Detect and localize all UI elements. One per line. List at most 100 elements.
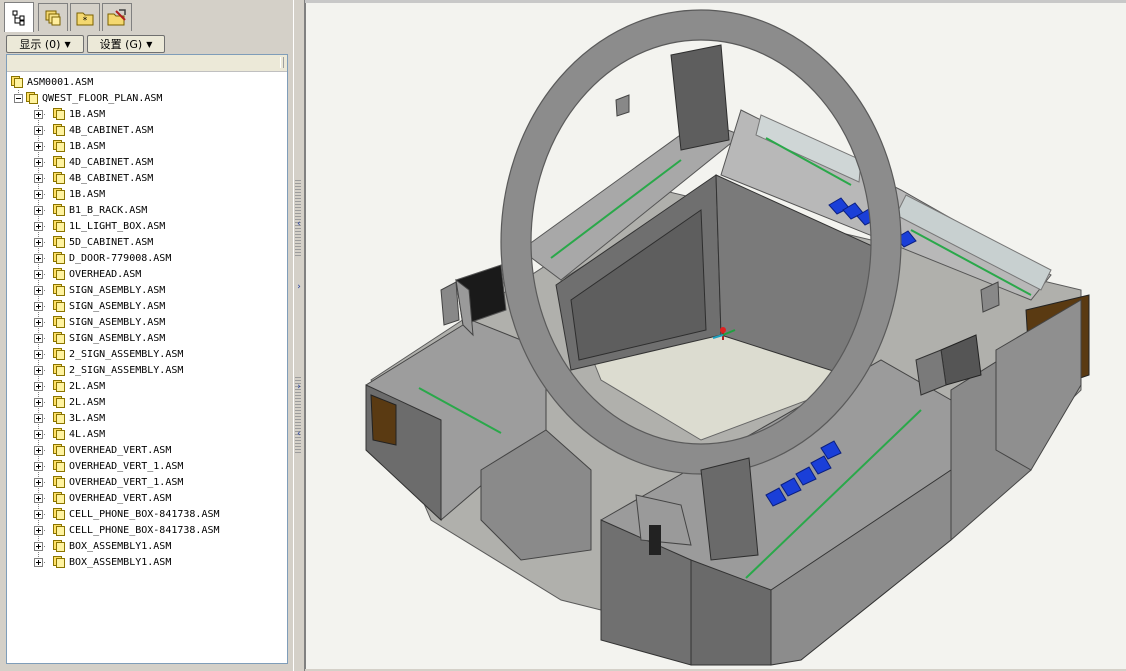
assembly-icon xyxy=(53,220,65,232)
tree-item-row[interactable]: BOX_ASSEMBLY1.ASM xyxy=(34,554,171,570)
chevron-down-icon: ▼ xyxy=(146,39,153,49)
splitter-grip[interactable] xyxy=(295,178,301,258)
tree-item-row[interactable]: 2L.ASM xyxy=(34,378,105,394)
expand-icon[interactable] xyxy=(34,109,43,119)
chevron-right-icon[interactable]: › xyxy=(294,383,304,392)
tree-item-row[interactable]: SIGN_ASEMBLY.ASM xyxy=(34,330,165,346)
expand-icon[interactable] xyxy=(34,285,43,295)
expand-icon[interactable] xyxy=(34,397,43,407)
tree-item-row[interactable]: OVERHEAD_VERT.ASM xyxy=(34,490,171,506)
show-dropdown[interactable]: 显示 (0) ▼ xyxy=(6,35,84,53)
assembly-3d-model[interactable] xyxy=(306,3,1126,669)
expand-icon[interactable] xyxy=(34,189,43,199)
collapse-icon[interactable] xyxy=(14,93,23,103)
expand-icon[interactable] xyxy=(34,525,43,535)
tree-item-row[interactable]: OVERHEAD.ASM xyxy=(34,266,141,282)
tree-item-row[interactable]: 1B.ASM xyxy=(34,138,105,154)
tree-item-row[interactable]: SIGN_ASEMBLY.ASM xyxy=(34,282,165,298)
tree-item-row[interactable]: 1B.ASM xyxy=(34,106,105,122)
tree-item-label: SIGN_ASEMBLY.ASM xyxy=(69,300,166,312)
tree-item-row[interactable]: 5D_CABINET.ASM xyxy=(34,234,153,250)
tree-item-row[interactable]: BOX_ASSEMBLY1.ASM xyxy=(34,538,171,554)
tree-item-row[interactable]: 1L_LIGHT_BOX.ASM xyxy=(34,218,165,234)
chevron-down-icon: ▼ xyxy=(64,39,71,49)
tree-subroot-row[interactable]: QWEST_FLOOR_PLAN.ASM xyxy=(14,90,162,106)
tree-item-label: SIGN_ASEMBLY.ASM xyxy=(69,316,166,328)
tree-root-row[interactable]: ASM0001.ASM xyxy=(11,74,93,90)
tree-root-label: ASM0001.ASM xyxy=(27,76,94,88)
expand-icon[interactable] xyxy=(34,509,43,519)
expand-icon[interactable] xyxy=(34,493,43,503)
tree-item-row[interactable]: B1_B_RACK.ASM xyxy=(34,202,147,218)
tree-item-label: 2_SIGN_ASSEMBLY.ASM xyxy=(69,348,184,360)
tree-item-row[interactable]: SIGN_ASEMBLY.ASM xyxy=(34,314,165,330)
assembly-icon xyxy=(53,300,65,312)
tree-item-row[interactable]: OVERHEAD_VERT_1.ASM xyxy=(34,458,183,474)
tree-item-label: OVERHEAD_VERT.ASM xyxy=(69,492,172,504)
assembly-icon xyxy=(53,188,65,200)
expand-icon[interactable] xyxy=(34,365,43,375)
tree-item-label: 5D_CABINET.ASM xyxy=(69,236,154,248)
tree-item-row[interactable]: 3L.ASM xyxy=(34,410,105,426)
expand-icon[interactable] xyxy=(34,429,43,439)
assembly-icon xyxy=(53,140,65,152)
expand-icon[interactable] xyxy=(34,541,43,551)
tree-item-row[interactable]: 2_SIGN_ASSEMBLY.ASM xyxy=(34,362,183,378)
expand-icon[interactable] xyxy=(34,557,43,567)
chevron-right-icon[interactable]: › xyxy=(294,283,304,292)
tree-item-row[interactable]: 2L.ASM xyxy=(34,394,105,410)
tab-folder-browser[interactable] xyxy=(38,3,68,31)
expand-icon[interactable] xyxy=(34,125,43,135)
tree-item-row[interactable]: SIGN_ASEMBLY.ASM xyxy=(34,298,165,314)
tree-item-row[interactable]: 4B_CABINET.ASM xyxy=(34,122,153,138)
tree-item-row[interactable]: D_DOOR-779008.ASM xyxy=(34,250,171,266)
assembly-icon xyxy=(53,460,65,472)
tree-item-row[interactable]: OVERHEAD_VERT.ASM xyxy=(34,442,171,458)
tree-item-label: OVERHEAD_VERT.ASM xyxy=(69,444,172,456)
expand-icon[interactable] xyxy=(34,173,43,183)
expand-icon[interactable] xyxy=(34,445,43,455)
expand-icon[interactable] xyxy=(34,477,43,487)
settings-dropdown[interactable]: 设置 (G) ▼ xyxy=(87,35,165,53)
expand-icon[interactable] xyxy=(34,253,43,263)
tab-model-tree[interactable] xyxy=(4,2,34,32)
column-resize-handle[interactable] xyxy=(280,57,284,68)
assembly-icon xyxy=(53,444,65,456)
expand-icon[interactable] xyxy=(34,269,43,279)
expand-icon[interactable] xyxy=(34,221,43,231)
tab-favorites[interactable]: * xyxy=(70,3,100,31)
chevron-left-icon[interactable]: ‹ xyxy=(294,220,304,229)
tree-item-row[interactable]: 4B_CABINET.ASM xyxy=(34,170,153,186)
tree-subroot-label: QWEST_FLOOR_PLAN.ASM xyxy=(42,92,163,104)
connections-icon xyxy=(107,8,126,25)
tree-item-row[interactable]: 4D_CABINET.ASM xyxy=(34,154,153,170)
expand-icon[interactable] xyxy=(34,141,43,151)
expand-icon[interactable] xyxy=(34,349,43,359)
tree-item-row[interactable]: 1B.ASM xyxy=(34,186,105,202)
chevron-left-icon[interactable]: ‹ xyxy=(294,430,304,439)
expand-icon[interactable] xyxy=(34,205,43,215)
tree-item-label: OVERHEAD_VERT_1.ASM xyxy=(69,460,184,472)
tree-item-row[interactable]: CELL_PHONE_BOX-841738.ASM xyxy=(34,506,220,522)
tree-item-label: OVERHEAD_VERT_1.ASM xyxy=(69,476,184,488)
assembly-icon xyxy=(53,396,65,408)
tree-column-header[interactable] xyxy=(7,55,287,72)
panel-splitter[interactable]: ‹ › › ‹ xyxy=(293,0,305,671)
tree-item-row[interactable]: 4L.ASM xyxy=(34,426,105,442)
tree-item-row[interactable]: 2_SIGN_ASSEMBLY.ASM xyxy=(34,346,183,362)
graphics-viewport[interactable] xyxy=(305,3,1126,669)
tree-item-row[interactable]: CELL_PHONE_BOX-841738.ASM xyxy=(34,522,220,538)
assembly-icon xyxy=(53,412,65,424)
expand-icon[interactable] xyxy=(34,381,43,391)
expand-icon[interactable] xyxy=(34,237,43,247)
tree-item-label: 1B.ASM xyxy=(69,188,106,200)
expand-icon[interactable] xyxy=(34,461,43,471)
tab-connections[interactable] xyxy=(102,3,132,31)
expand-icon[interactable] xyxy=(34,301,43,311)
assembly-icon xyxy=(53,380,65,392)
expand-icon[interactable] xyxy=(34,157,43,167)
expand-icon[interactable] xyxy=(34,413,43,423)
expand-icon[interactable] xyxy=(34,317,43,327)
expand-icon[interactable] xyxy=(34,333,43,343)
tree-item-row[interactable]: OVERHEAD_VERT_1.ASM xyxy=(34,474,183,490)
